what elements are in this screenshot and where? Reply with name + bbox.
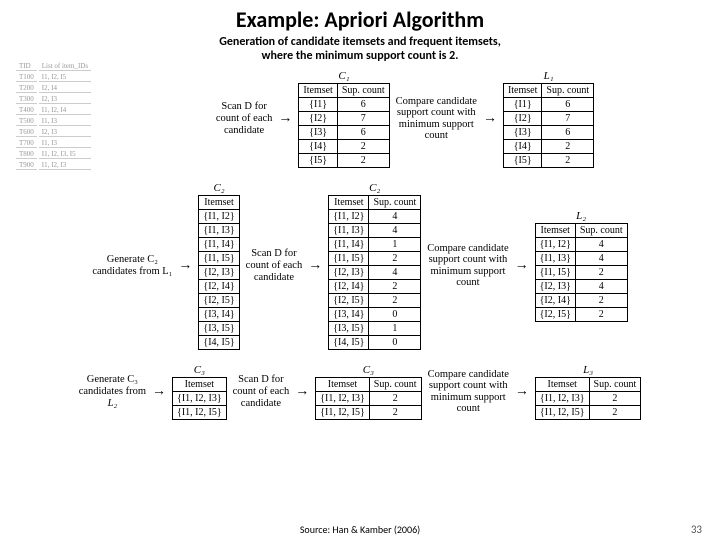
- arrow-icon: →: [515, 258, 529, 274]
- table-l3: ItemsetSup. count {I1, I2, I3}2{I1, I2, …: [535, 377, 641, 420]
- table-c2-itemsets: Itemset {I1, I2}{I1, I3}{I1, I4}{I1, I5}…: [198, 195, 239, 350]
- table-c2-counts: ItemsetSup. count {I1, I2}4{I1, I3}4{I1,…: [328, 195, 421, 350]
- arrow-icon: →: [152, 384, 166, 400]
- step-gen-c3: Generate C₃candidates fromL₂: [79, 374, 146, 409]
- slide-subtitle: Generation of candidate itemsets and fre…: [0, 35, 720, 64]
- transaction-table: TIDList of item_IDs T100I1, I2, I5 T200I…: [14, 60, 93, 172]
- step-compare: Compare candidate support count with min…: [427, 243, 508, 289]
- arrow-icon: →: [295, 384, 309, 400]
- page-number: 33: [691, 523, 702, 536]
- row-c1-l1: Scan D for count of each candidate → C₁ …: [90, 70, 720, 168]
- step-gen-c2: Generate C₂candidates from L₁: [92, 254, 172, 277]
- arrow-icon: →: [178, 258, 192, 274]
- row-c3-l3: Generate C₃candidates fromL₂ → C₃ Itemse…: [0, 364, 720, 420]
- table-c3-counts: ItemsetSup. count {I1, I2, I3}2{I1, I2, …: [315, 377, 421, 420]
- slide-title: Example: Apriori Algorithm: [0, 6, 720, 33]
- table-c3-itemsets: Itemset {I1, I2, I3}{I1, I2, I5}: [172, 377, 227, 420]
- step-compare: Compare candidate support count with min…: [428, 369, 509, 415]
- step-scan-d: Scan D for count of each candidate: [246, 248, 303, 283]
- step-scan-d: Scan D for count of each candidate: [216, 101, 273, 136]
- step-compare: Compare candidate support count with min…: [396, 96, 477, 142]
- source-citation: Source: Han & Kamber (2006): [0, 523, 720, 536]
- row-c2-l2: Generate C₂candidates from L₁ → C₂ Items…: [0, 182, 720, 350]
- step-scan-d: Scan D for count of each candidate: [233, 374, 290, 409]
- table-l1: ItemsetSup. count {I1}6{I2}7{I3}6{I4}2{I…: [503, 83, 594, 168]
- table-l2: ItemsetSup. count {I1, I2}4{I1, I3}4{I1,…: [535, 223, 628, 322]
- arrow-icon: →: [278, 111, 292, 127]
- table-c1: ItemsetSup. count {I1}6{I2}7{I3}6{I4}2{I…: [298, 83, 389, 168]
- arrow-icon: →: [515, 384, 529, 400]
- arrow-icon: →: [308, 258, 322, 274]
- arrow-icon: →: [483, 111, 497, 127]
